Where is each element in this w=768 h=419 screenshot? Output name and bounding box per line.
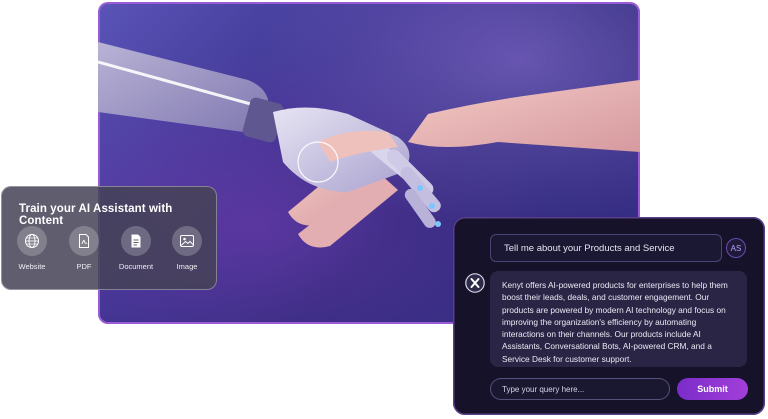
source-document[interactable]: Document [111, 226, 161, 271]
source-label: PDF [76, 262, 92, 271]
image-icon [180, 235, 194, 247]
source-image[interactable]: Image [162, 226, 212, 271]
globe-icon [25, 234, 39, 248]
train-card-title: Train your AI Assistant with Content [19, 203, 173, 227]
bot-logo-icon [465, 273, 485, 293]
source-pdf[interactable]: PDF [59, 226, 109, 271]
submit-button[interactable]: Submit [677, 378, 748, 400]
source-label: Image [176, 262, 198, 271]
source-label: Document [118, 262, 154, 271]
user-avatar: AS [726, 238, 746, 258]
query-input[interactable] [490, 378, 670, 400]
train-content-card: Train your AI Assistant with Content Web… [1, 186, 217, 290]
pdf-icon [79, 234, 89, 248]
source-website[interactable]: Website [7, 226, 57, 271]
bot-reply: Kenyt offers AI-powered products for ent… [490, 271, 747, 367]
document-icon [131, 234, 141, 248]
user-message: Tell me about your Products and Service [490, 234, 722, 262]
source-label: Website [18, 262, 46, 271]
chat-panel: Tell me about your Products and Service … [453, 217, 765, 415]
